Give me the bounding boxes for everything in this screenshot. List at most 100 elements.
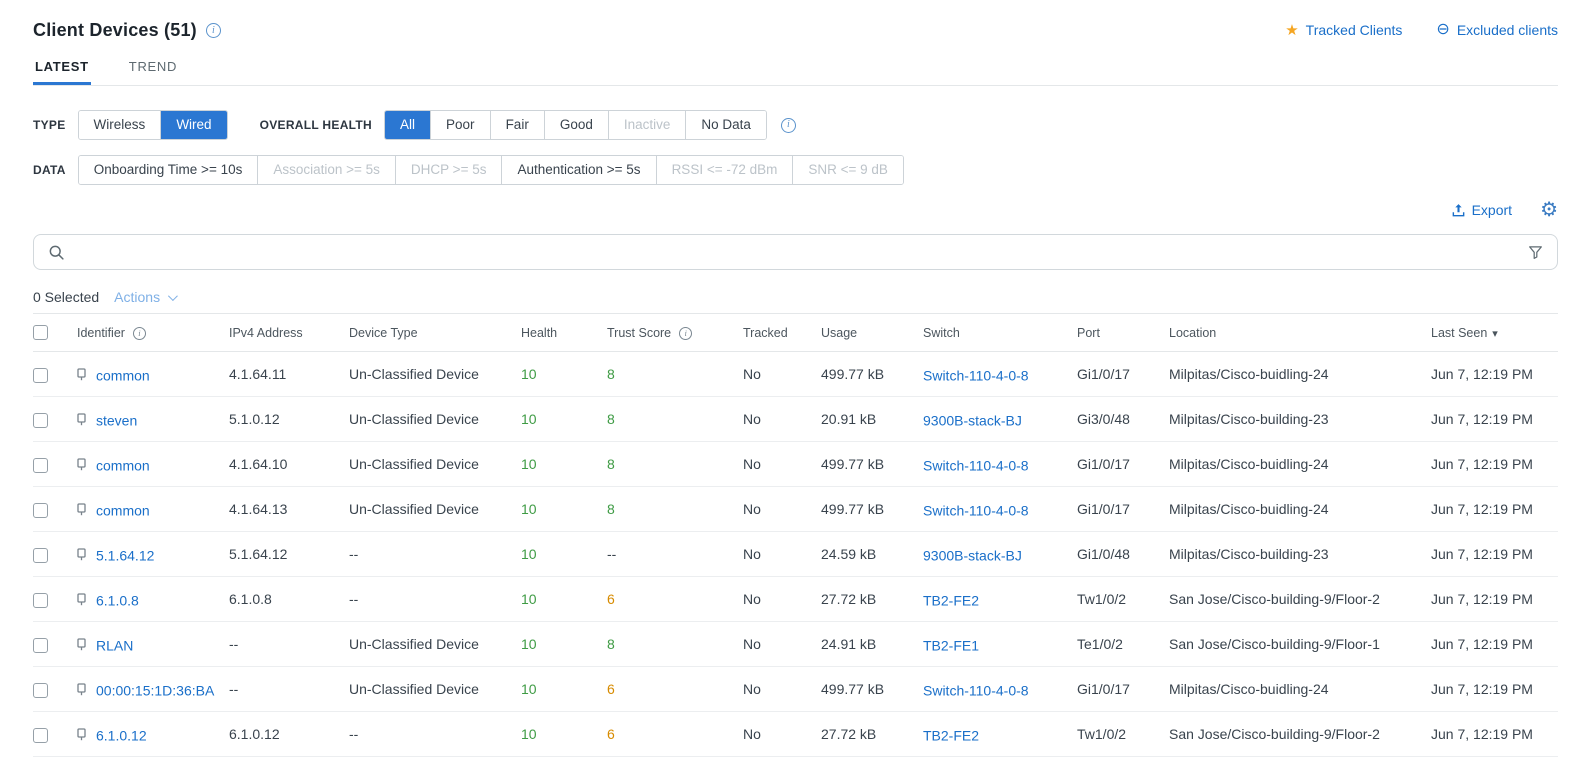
column-header-usage[interactable]: Usage <box>821 314 923 352</box>
column-header-switch[interactable]: Switch <box>923 314 1077 352</box>
switch-link[interactable]: 9300B-stack-BJ <box>923 547 1022 563</box>
tab-latest[interactable]: LATEST <box>33 53 91 85</box>
cell-health: 10 <box>521 442 607 487</box>
filter-option-wired[interactable]: Wired <box>160 111 226 139</box>
identifier-link[interactable]: common <box>96 367 150 383</box>
cell-last_seen: Jun 7, 12:19 PM <box>1431 352 1558 397</box>
cell-switch: Switch-110-4-0-8 <box>923 352 1077 397</box>
circle-minus-icon: ⊖ <box>1436 22 1449 38</box>
tab-trend[interactable]: TREND <box>127 53 179 85</box>
filter-option-poor[interactable]: Poor <box>430 111 490 139</box>
cell-port: Gi1/0/17 <box>1077 442 1169 487</box>
switch-link[interactable]: TB2-FE1 <box>923 637 979 653</box>
page-header: Client Devices (51) i ★ Tracked Clients … <box>33 20 1558 41</box>
gear-icon[interactable]: ⚙ <box>1540 200 1558 220</box>
data-filter-row: DATA Onboarding Time >= 10sAssociation >… <box>33 155 1558 185</box>
select-all-header[interactable] <box>33 314 77 352</box>
column-label: Identifier <box>77 326 125 340</box>
column-header-tracked[interactable]: Tracked <box>743 314 821 352</box>
filter-funnel-icon[interactable] <box>1528 245 1543 260</box>
row-checkbox[interactable] <box>33 368 48 383</box>
info-icon[interactable]: i <box>133 327 146 340</box>
row-checkbox[interactable] <box>33 503 48 518</box>
select-all-checkbox[interactable] <box>33 325 48 340</box>
cell-switch: 9300B-stack-BJ <box>923 397 1077 442</box>
cell-device_type: -- <box>349 532 521 577</box>
filter-option-no-data[interactable]: No Data <box>685 111 766 139</box>
switch-link[interactable]: 9300B-stack-BJ <box>923 412 1022 428</box>
row-checkbox[interactable] <box>33 548 48 563</box>
trust-score: 8 <box>607 501 615 517</box>
filter-option-dhcp-5s: DHCP >= 5s <box>395 156 502 184</box>
cell-tracked: No <box>743 622 821 667</box>
type-health-filter-row: TYPE WirelessWired OVERALL HEALTH AllPoo… <box>33 110 1558 140</box>
info-icon[interactable]: i <box>679 327 692 340</box>
switch-link[interactable]: TB2-FE2 <box>923 592 979 608</box>
cell-trust_score: 6 <box>607 577 743 622</box>
column-header-port[interactable]: Port <box>1077 314 1169 352</box>
column-header-health[interactable]: Health <box>521 314 607 352</box>
data-segment: Onboarding Time >= 10sAssociation >= 5sD… <box>78 155 904 185</box>
cell-port: Te1/0/2 <box>1077 622 1169 667</box>
search-input[interactable] <box>76 243 1517 261</box>
column-header-trust_score[interactable]: Trust Scorei <box>607 314 743 352</box>
cell-device_type: Un-Classified Device <box>349 352 521 397</box>
actions-dropdown[interactable]: Actions <box>114 289 175 305</box>
identifier-link[interactable]: RLAN <box>96 637 133 653</box>
star-icon: ★ <box>1285 23 1298 38</box>
cell-ipv4: 5.1.0.12 <box>229 397 349 442</box>
switch-link[interactable]: TB2-FE2 <box>923 727 979 743</box>
row-checkbox[interactable] <box>33 728 48 743</box>
identifier-link[interactable]: common <box>96 502 150 518</box>
row-checkbox[interactable] <box>33 458 48 473</box>
switch-link[interactable]: Switch-110-4-0-8 <box>923 502 1029 518</box>
filter-option-all[interactable]: All <box>385 111 430 139</box>
column-header-ipv4[interactable]: IPv4 Address <box>229 314 349 352</box>
health-score: 10 <box>521 546 537 562</box>
client-devices-info-icon[interactable]: i <box>206 23 221 38</box>
identifier-link[interactable]: 5.1.64.12 <box>96 547 154 563</box>
identifier-link[interactable]: steven <box>96 412 137 428</box>
column-header-last_seen[interactable]: Last Seen▾ <box>1431 314 1558 352</box>
column-label: Switch <box>923 326 960 340</box>
filter-option-fair[interactable]: Fair <box>490 111 544 139</box>
tracked-clients-link[interactable]: ★ Tracked Clients <box>1285 22 1402 38</box>
column-header-device_type[interactable]: Device Type <box>349 314 521 352</box>
cell-usage: 27.72 kB <box>821 577 923 622</box>
identifier-link[interactable]: common <box>96 457 150 473</box>
identifier-link[interactable]: 6.1.0.8 <box>96 592 139 608</box>
cell-port: Tw1/0/2 <box>1077 577 1169 622</box>
cell-ipv4: -- <box>229 667 349 712</box>
data-filter-label: DATA <box>33 163 66 177</box>
row-checkbox[interactable] <box>33 413 48 428</box>
row-checkbox[interactable] <box>33 638 48 653</box>
filter-option-onboarding-time-10s[interactable]: Onboarding Time >= 10s <box>79 156 258 184</box>
filter-option-wireless[interactable]: Wireless <box>79 111 161 139</box>
type-segment: WirelessWired <box>78 110 228 140</box>
search-bar[interactable] <box>33 234 1558 270</box>
column-header-identifier[interactable]: Identifier i <box>77 314 229 352</box>
filter-option-authentication-5s[interactable]: Authentication >= 5s <box>501 156 655 184</box>
table-row: steven5.1.0.12Un-Classified Device108No2… <box>33 397 1558 442</box>
overall-health-info-icon[interactable]: i <box>781 118 796 133</box>
column-label: Last Seen <box>1431 326 1487 340</box>
type-filter-label: TYPE <box>33 118 66 132</box>
cell-health: 10 <box>521 352 607 397</box>
table-row: 6.1.0.126.1.0.12--106No27.72 kBTB2-FE2Tw… <box>33 712 1558 757</box>
switch-link[interactable]: Switch-110-4-0-8 <box>923 457 1029 473</box>
column-header-location[interactable]: Location <box>1169 314 1431 352</box>
row-checkbox[interactable] <box>33 683 48 698</box>
row-checkbox[interactable] <box>33 593 48 608</box>
export-button[interactable]: Export <box>1451 202 1512 218</box>
excluded-clients-link[interactable]: ⊖ Excluded clients <box>1436 22 1558 38</box>
identifier-link[interactable]: 6.1.0.12 <box>96 727 147 743</box>
tracked-clients-label: Tracked Clients <box>1306 22 1403 38</box>
cell-tracked: No <box>743 667 821 712</box>
identifier-link[interactable]: 00:00:15:1D:36:BA <box>96 682 214 698</box>
switch-link[interactable]: Switch-110-4-0-8 <box>923 367 1029 383</box>
client-devices-table: Identifier i IPv4 AddressDevice TypeHealth… <box>33 313 1558 757</box>
trust-score: 8 <box>607 456 615 472</box>
switch-link[interactable]: Switch-110-4-0-8 <box>923 682 1029 698</box>
wired-client-icon <box>77 548 86 561</box>
filter-option-good[interactable]: Good <box>544 111 608 139</box>
